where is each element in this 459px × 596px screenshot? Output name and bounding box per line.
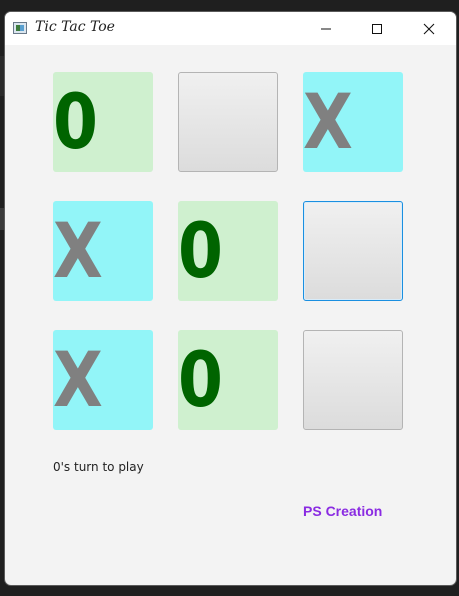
board-cell-7[interactable]: X	[53, 330, 153, 430]
app-window: Tic Tac Toe 0 X X 0 X 0 0's turn to play…	[4, 11, 457, 586]
x-mark: X	[53, 206, 103, 295]
x-mark: X	[303, 77, 353, 166]
turn-status: 0's turn to play	[53, 460, 144, 474]
board-cell-9[interactable]	[303, 330, 403, 430]
app-icon	[13, 22, 27, 34]
maximize-button[interactable]	[354, 12, 400, 45]
o-mark: 0	[53, 77, 98, 166]
board-cell-8[interactable]: 0	[178, 330, 278, 430]
o-mark: 0	[178, 206, 223, 295]
window-title: Tic Tac Toe	[35, 19, 115, 35]
minimize-icon	[321, 28, 331, 29]
o-mark: 0	[178, 335, 223, 424]
board-cell-3[interactable]: X	[303, 72, 403, 172]
board-cell-6[interactable]	[303, 201, 403, 301]
close-button[interactable]	[406, 12, 452, 45]
title-bar[interactable]: Tic Tac Toe	[5, 12, 456, 45]
board-cell-4[interactable]: X	[53, 201, 153, 301]
board-cell-1[interactable]: 0	[53, 72, 153, 172]
close-icon	[423, 23, 435, 34]
maximize-icon	[372, 23, 382, 34]
minimize-button[interactable]	[303, 12, 349, 45]
x-mark: X	[53, 335, 103, 424]
board-cell-2[interactable]	[178, 72, 278, 172]
credit-label: PS Creation	[303, 503, 383, 519]
board-cell-5[interactable]: 0	[178, 201, 278, 301]
